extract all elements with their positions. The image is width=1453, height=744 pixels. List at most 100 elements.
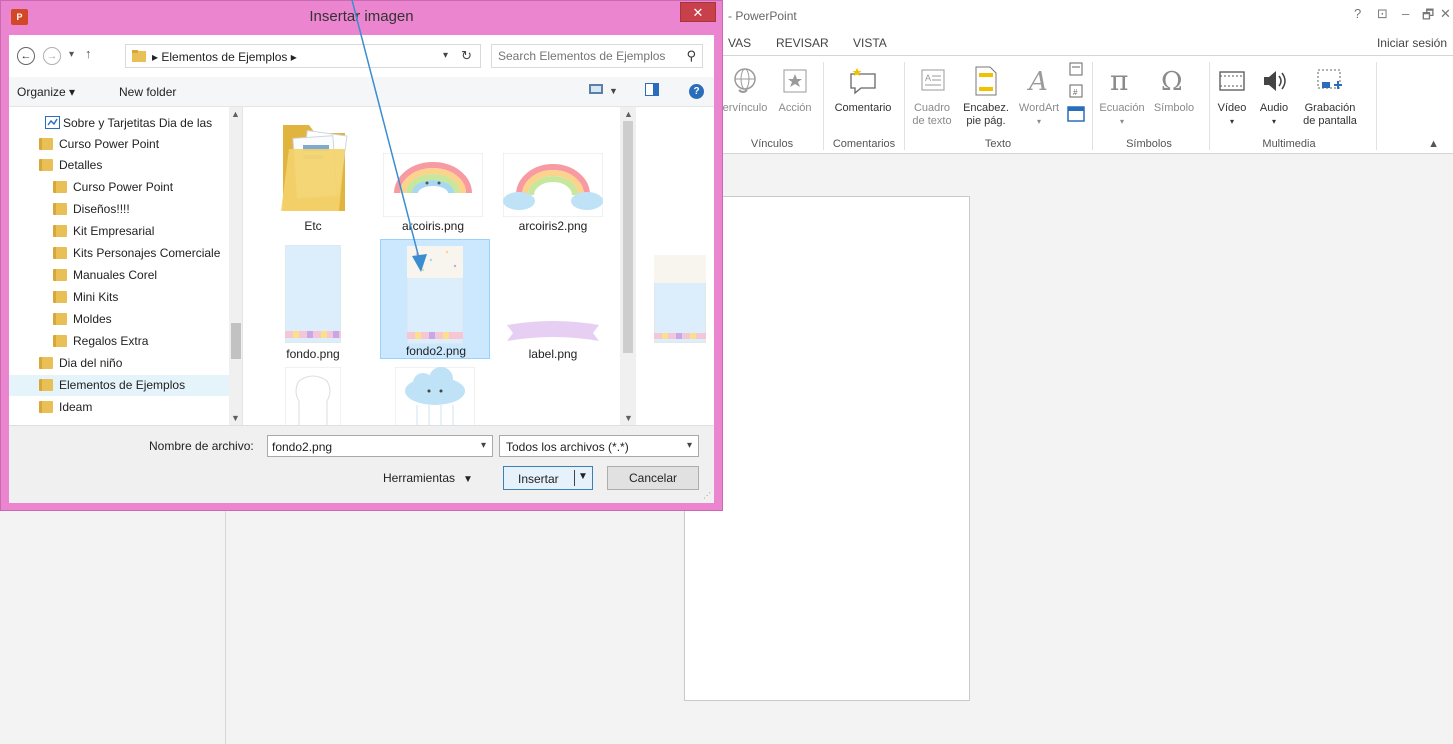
dialog-footer: Nombre de archivo: fondo2.png ▾ Todos lo…: [9, 425, 714, 503]
nav-item-regalos-extra[interactable]: Regalos Extra: [9, 331, 229, 352]
search-icon[interactable]: ⚲: [686, 48, 696, 64]
tab-revisar[interactable]: REVISAR: [776, 36, 829, 50]
file-item-etc[interactable]: Etc: [258, 113, 368, 233]
tab-vista[interactable]: VISTA: [853, 36, 887, 50]
dialog-titlebar: P Insertar imagen ✕: [1, 1, 722, 35]
path-box[interactable]: ▸ Elementos de Ejemplos ▸ ▾ ↻: [125, 44, 481, 68]
file-list-scrollbar[interactable]: ▲ ▼: [620, 107, 636, 425]
path-dropdown-icon[interactable]: ▾: [443, 50, 448, 61]
sign-in-link[interactable]: Iniciar sesión: [1377, 36, 1447, 50]
scrollbar-thumb[interactable]: [231, 323, 241, 359]
textbox-button[interactable]: A Cuadro de texto: [908, 60, 958, 128]
filename-dropdown-icon[interactable]: ▾: [481, 440, 486, 451]
file-item-arcoiris[interactable]: arcoiris.png: [378, 113, 488, 233]
breadcrumb[interactable]: ▸ Elementos de Ejemplos ▸: [152, 50, 297, 64]
scrollbar-thumb[interactable]: [623, 121, 633, 353]
organize-menu[interactable]: Organize ▾: [17, 85, 75, 99]
nav-item-ideam[interactable]: Ideam: [9, 397, 229, 418]
file-type-value: Todos los archivos (*.*): [506, 440, 629, 454]
file-name: arcoiris2.png: [518, 219, 588, 233]
restore-icon[interactable]: 🗗: [1422, 6, 1434, 28]
tools-menu[interactable]: Herramientas ▼: [383, 471, 473, 485]
action-label: Acción: [778, 102, 812, 114]
search-input[interactable]: [498, 48, 678, 64]
file-item-outline[interactable]: [258, 365, 368, 425]
folder-icon: [53, 335, 67, 347]
file-name: arcoiris.png: [401, 219, 465, 233]
scroll-up-icon[interactable]: ▲: [231, 109, 240, 119]
close-dialog-button[interactable]: ✕: [680, 2, 716, 22]
scroll-up-icon[interactable]: ▲: [624, 109, 633, 119]
group-simbolos: Símbolos: [1126, 138, 1172, 150]
nav-item-detalles[interactable]: Detalles: [9, 155, 229, 176]
close-window-icon[interactable]: ✕: [1440, 6, 1451, 22]
hyperlink-button[interactable]: ervínculo: [718, 60, 772, 115]
nav-item-manuales-corel[interactable]: Manuales Corel: [9, 265, 229, 286]
nav-item-curso-power-point[interactable]: Curso Power Point: [9, 134, 229, 155]
action-button[interactable]: Acción: [772, 60, 818, 115]
forward-arrow-icon[interactable]: →: [43, 47, 61, 65]
preview-pane-icon[interactable]: [645, 83, 659, 99]
nav-item-moldes[interactable]: Moldes: [9, 309, 229, 330]
nav-item-elementos-de-ejemplos[interactable]: Elementos de Ejemplos: [9, 375, 229, 396]
wordart-button[interactable]: A WordArt ▾: [1014, 60, 1064, 128]
ribbon: ervínculo Acción Comentario A Cuadro de …: [722, 56, 1453, 154]
tab-animaciones[interactable]: VAS: [728, 36, 751, 50]
resize-grip-icon[interactable]: ⋰: [703, 491, 711, 500]
back-arrow-icon[interactable]: ←: [17, 47, 35, 65]
file-item-fondo2[interactable]: fondo2.png: [380, 239, 490, 359]
nav-item-sobre-tarjetitas[interactable]: Sobre y Tarjetitas Dia de las: [9, 113, 229, 134]
file-type-select[interactable]: Todos los archivos (*.*) ▾: [499, 435, 699, 457]
ribbon-separator: [1092, 62, 1093, 150]
insert-button[interactable]: Insertar ▼: [503, 466, 593, 490]
scroll-down-icon[interactable]: ▼: [624, 413, 633, 423]
file-item-arcoiris2[interactable]: arcoiris2.png: [498, 113, 608, 233]
symbol-button[interactable]: Ω Símbolo: [1150, 60, 1198, 115]
nav-item-disenos[interactable]: Diseños!!!!: [9, 199, 229, 220]
file-item-cloud[interactable]: [380, 365, 490, 425]
nav-item-mini-kits[interactable]: Mini Kits: [9, 287, 229, 308]
collapse-ribbon-icon[interactable]: ▲: [1428, 138, 1439, 150]
refresh-icon[interactable]: ↻: [461, 48, 472, 64]
nav-item-dia-del-nino[interactable]: Dia del niño: [9, 353, 229, 374]
file-item-background-partial[interactable]: [650, 255, 710, 345]
nav-item-label: Moldes: [73, 312, 112, 326]
search-box: ⚲: [491, 44, 703, 68]
header-footer-button[interactable]: Encabez. pie pág.: [960, 60, 1012, 128]
video-button[interactable]: Vídeo ▾: [1214, 60, 1250, 128]
nav-item-kits-personajes[interactable]: Kits Personajes Comerciale: [9, 243, 229, 264]
command-bar: Organize ▾ New folder ▼ ?: [9, 77, 714, 107]
screen-recording-button[interactable]: Grabación de pantalla: [1298, 60, 1362, 128]
file-item-label[interactable]: label.png: [498, 237, 608, 361]
recent-locations-chevron-icon[interactable]: ▾: [69, 49, 74, 60]
new-folder-button[interactable]: New folder: [119, 85, 176, 99]
nav-item-curso-power-point-sub[interactable]: Curso Power Point: [9, 177, 229, 198]
help-icon[interactable]: ?: [1354, 6, 1361, 21]
screen-recording-icon: [1298, 60, 1362, 102]
help-icon[interactable]: ?: [689, 84, 704, 99]
nav-item-label: Mini Kits: [73, 290, 119, 304]
navigation-scrollbar[interactable]: ▲ ▼: [229, 107, 242, 425]
audio-button[interactable]: Audio ▾: [1254, 60, 1294, 128]
file-type-dropdown-icon[interactable]: ▾: [687, 440, 692, 451]
date-time-button[interactable]: #: [1066, 60, 1086, 126]
equation-button[interactable]: π Ecuación ▾: [1096, 60, 1148, 128]
view-options-chevron-icon[interactable]: ▼: [609, 86, 618, 96]
minimize-icon[interactable]: –: [1402, 6, 1409, 21]
tools-dropdown-icon: ▼: [463, 474, 473, 485]
folder-icon: [39, 357, 53, 369]
svg-text:Ω: Ω: [1161, 67, 1183, 96]
special-folder-icon: [45, 116, 60, 132]
insert-options-dropdown-icon[interactable]: ▼: [578, 471, 588, 482]
scroll-down-icon[interactable]: ▼: [231, 413, 240, 423]
change-view-icon[interactable]: [589, 83, 603, 98]
slide-canvas[interactable]: [684, 196, 970, 701]
ribbon-display-options-icon[interactable]: ⊡: [1377, 6, 1388, 22]
filename-label: Nombre de archivo:: [149, 439, 254, 453]
file-item-fondo[interactable]: fondo.png: [258, 237, 368, 361]
nav-item-kit-empresarial[interactable]: Kit Empresarial: [9, 221, 229, 242]
cancel-button[interactable]: Cancelar: [607, 466, 699, 490]
comment-button[interactable]: Comentario: [826, 60, 900, 115]
filename-field[interactable]: fondo2.png ▾: [267, 435, 493, 457]
up-arrow-icon[interactable]: ↑: [85, 46, 92, 61]
